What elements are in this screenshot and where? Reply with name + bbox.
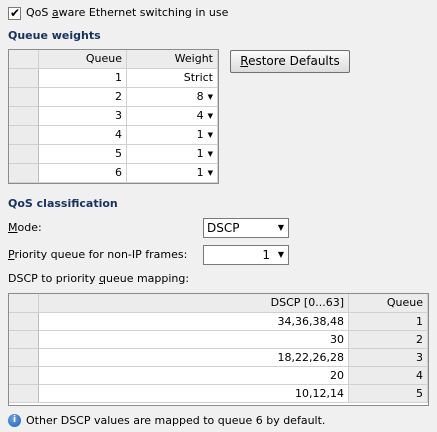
- weight-select[interactable]: 8 ▼: [131, 88, 213, 106]
- queue-weights-table: Queue Weight 1 Strict 2 8 ▼ 3 4 ▼ 4 1 ▼ 5 1 ▼ 6 1 ▼: [8, 49, 219, 184]
- row-gutter[interactable]: [9, 164, 39, 183]
- row-gutter[interactable]: [9, 145, 39, 164]
- chevron-down-icon: ▼: [207, 131, 213, 139]
- table-row: 6 1 ▼: [9, 164, 218, 183]
- row-gutter[interactable]: [9, 88, 39, 107]
- row-gutter[interactable]: [9, 313, 39, 331]
- queue-cell: 4: [39, 126, 127, 145]
- weight-cell[interactable]: 1 ▼: [127, 145, 218, 164]
- chevron-down-icon: ▼: [207, 93, 213, 101]
- weight-select[interactable]: 1 ▼: [131, 145, 213, 163]
- table-row: 34,36,38,48 1: [9, 313, 428, 331]
- row-gutter[interactable]: [9, 367, 39, 385]
- info-icon: i: [8, 414, 21, 427]
- info-text: Other DSCP values are mapped to queue 6 …: [26, 414, 326, 427]
- weight-select[interactable]: 1 ▼: [131, 126, 213, 144]
- dscp-values-cell[interactable]: 30: [39, 331, 349, 349]
- mode-label: Mode:: [8, 221, 42, 234]
- checkmark-icon: ✔: [10, 6, 21, 20]
- queue-cell: 2: [39, 88, 127, 107]
- priority-queue-select-value: 1: [262, 248, 270, 262]
- queue-cell: 3: [39, 107, 127, 126]
- row-gutter[interactable]: [9, 349, 39, 367]
- qos-classification-title: QoS classification: [8, 197, 118, 210]
- dscp-values-cell[interactable]: 18,22,26,28: [39, 349, 349, 367]
- table-row: 20 4: [9, 367, 428, 385]
- weight-value: 1: [196, 166, 204, 179]
- queue-cell: 4: [349, 367, 428, 385]
- chevron-down-icon: ▼: [207, 169, 213, 177]
- row-gutter[interactable]: [9, 331, 39, 349]
- weight-column-header[interactable]: Weight: [127, 50, 218, 69]
- queue-cell: 5: [349, 385, 428, 403]
- row-gutter[interactable]: [9, 107, 39, 126]
- header-gutter: [9, 50, 39, 69]
- weight-value: 8: [196, 90, 204, 103]
- table-row: 18,22,26,28 3: [9, 349, 428, 367]
- restore-defaults-button[interactable]: Restore Defaults: [230, 50, 350, 73]
- weight-cell: Strict: [127, 69, 218, 88]
- row-gutter[interactable]: [9, 126, 39, 145]
- mode-select[interactable]: DSCP ▼: [203, 218, 289, 238]
- queue-weights-title: Queue weights: [8, 29, 101, 42]
- queue-weights-header-row: Queue Weight: [9, 50, 218, 69]
- row-gutter[interactable]: [9, 69, 39, 88]
- dscp-values-cell[interactable]: 20: [39, 367, 349, 385]
- table-row: 30 2: [9, 331, 428, 349]
- dscp-values-cell[interactable]: 34,36,38,48: [39, 313, 349, 331]
- queue-column-header[interactable]: Queue: [39, 50, 127, 69]
- table-row: 2 8 ▼: [9, 88, 218, 107]
- queue-cell: 3: [349, 349, 428, 367]
- weight-value: 1: [196, 128, 204, 141]
- header-gutter: [9, 294, 39, 313]
- mode-select-value: DSCP: [207, 221, 240, 235]
- chevron-down-icon: ▼: [207, 150, 213, 158]
- weight-cell[interactable]: 1 ▼: [127, 164, 218, 183]
- priority-queue-select[interactable]: 1 ▼: [203, 245, 289, 265]
- table-row: 5 1 ▼: [9, 145, 218, 164]
- weight-cell[interactable]: 4 ▼: [127, 107, 218, 126]
- weight-select[interactable]: 4 ▼: [131, 107, 213, 125]
- table-row: 1 Strict: [9, 69, 218, 88]
- chevron-down-icon: ▼: [277, 223, 284, 232]
- weight-value: 1: [196, 147, 204, 160]
- queue-column-header[interactable]: Queue: [349, 294, 428, 313]
- dscp-header-row: DSCP [0...63] Queue: [9, 294, 428, 313]
- dscp-column-header[interactable]: DSCP [0...63]: [39, 294, 349, 313]
- qos-aware-checkbox[interactable]: ✔: [8, 6, 21, 20]
- queue-cell: 1: [349, 313, 428, 331]
- weight-cell[interactable]: 1 ▼: [127, 126, 218, 145]
- dscp-mapping-label: DSCP to priority queue mapping:: [8, 272, 190, 285]
- row-gutter[interactable]: [9, 385, 39, 403]
- chevron-down-icon: ▼: [277, 250, 284, 259]
- table-row: 3 4 ▼: [9, 107, 218, 126]
- weight-value: 4: [196, 109, 204, 122]
- dscp-mapping-table: DSCP [0...63] Queue 34,36,38,48 1 30 2 18,22…: [8, 293, 429, 406]
- chevron-down-icon: ▼: [207, 112, 213, 120]
- weight-select[interactable]: 1 ▼: [131, 164, 213, 182]
- queue-cell: 2: [349, 331, 428, 349]
- queue-cell: 1: [39, 69, 127, 88]
- priority-queue-label: Priority queue for non-IP frames:: [8, 248, 188, 261]
- weight-cell[interactable]: 8 ▼: [127, 88, 218, 107]
- table-row: 4 1 ▼: [9, 126, 218, 145]
- dscp-values-cell[interactable]: 10,12,14: [39, 385, 349, 403]
- queue-cell: 5: [39, 145, 127, 164]
- queue-cell: 6: [39, 164, 127, 183]
- qos-aware-label[interactable]: QoS aware Ethernet switching in use: [26, 5, 228, 21]
- table-row: 10,12,14 5: [9, 385, 428, 403]
